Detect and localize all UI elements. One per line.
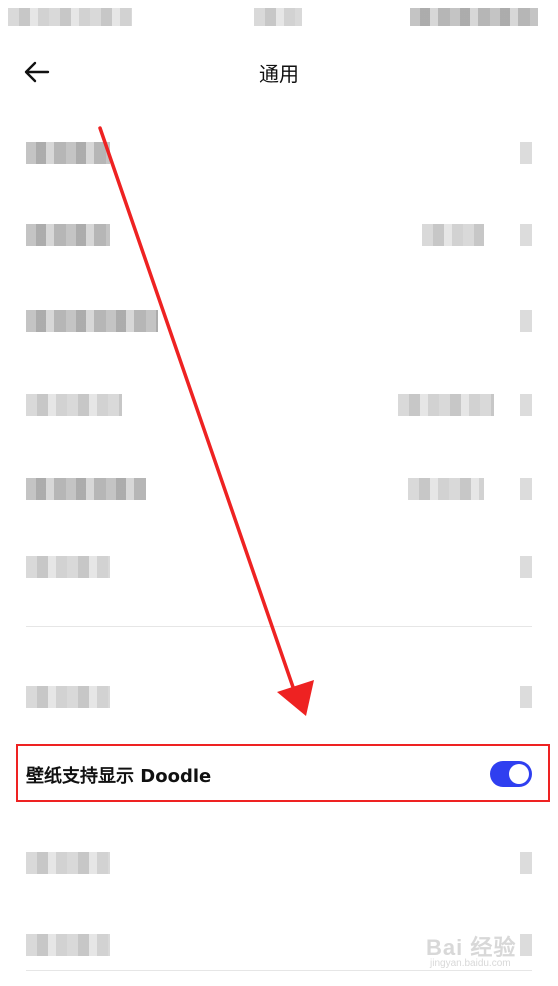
- settings-row[interactable]: [0, 122, 558, 182]
- row-label-pixelated: [26, 934, 110, 956]
- chevron-right-icon: [520, 310, 532, 332]
- row-label-pixelated: [26, 556, 110, 578]
- settings-row[interactable]: [0, 374, 558, 434]
- doodle-toggle-switch[interactable]: [490, 761, 532, 787]
- status-bar-time-pixelated: [8, 8, 132, 26]
- navigation-bar: 通用: [0, 40, 558, 104]
- chevron-right-icon: [520, 686, 532, 708]
- row-label-pixelated: [26, 224, 110, 246]
- row-value-pixelated: [408, 478, 484, 500]
- section-divider: [26, 626, 532, 627]
- settings-row[interactable]: [0, 666, 558, 726]
- row-label-pixelated: [26, 394, 122, 416]
- status-bar-center-pixelated: [254, 8, 302, 26]
- page-title: 通用: [259, 62, 299, 86]
- row-label-pixelated: [26, 142, 110, 164]
- row-value-pixelated: [398, 394, 494, 416]
- chevron-right-icon: [520, 142, 532, 164]
- row-label-pixelated: [26, 478, 146, 500]
- chevron-right-icon: [520, 224, 532, 246]
- doodle-setting-label: 壁纸支持显示 Doodle: [26, 766, 212, 787]
- chevron-right-icon: [520, 478, 532, 500]
- watermark-url: jingyan.baidu.com: [430, 958, 511, 969]
- chevron-right-icon: [520, 556, 532, 578]
- row-value-pixelated: [422, 224, 484, 246]
- baidu-watermark: Bai 经验 jingyan.baidu.com: [426, 930, 538, 974]
- status-bar: [0, 0, 558, 34]
- doodle-setting-row[interactable]: 壁纸支持显示 Doodle: [16, 744, 550, 802]
- settings-row[interactable]: [0, 536, 558, 596]
- settings-row[interactable]: [0, 290, 558, 350]
- status-bar-icons-pixelated: [410, 8, 538, 26]
- toggle-knob: [509, 764, 529, 784]
- row-label-pixelated: [26, 852, 110, 874]
- settings-row[interactable]: [0, 458, 558, 518]
- settings-row[interactable]: [0, 832, 558, 892]
- chevron-right-icon: [520, 394, 532, 416]
- row-label-pixelated: [26, 310, 158, 332]
- row-label-pixelated: [26, 686, 110, 708]
- chevron-right-icon: [520, 852, 532, 874]
- settings-row[interactable]: [0, 204, 558, 264]
